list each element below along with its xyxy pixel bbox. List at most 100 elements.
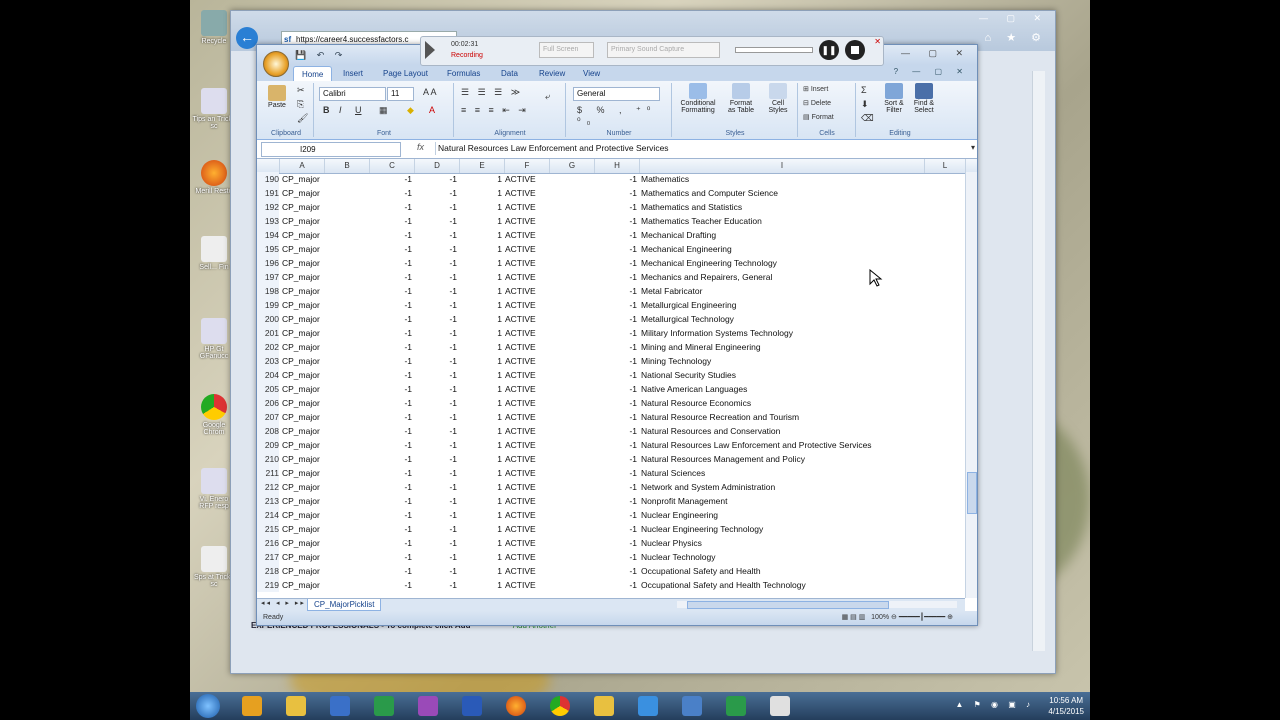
cell-d[interactable]: -1	[415, 424, 457, 438]
cell-c[interactable]: -1	[370, 466, 412, 480]
cell-c[interactable]: -1	[370, 326, 412, 340]
cell-d[interactable]: -1	[415, 494, 457, 508]
cell-d[interactable]: -1	[415, 200, 457, 214]
cell-f[interactable]: ACTIVE	[505, 480, 549, 494]
cell-a[interactable]: CP_major	[282, 522, 326, 536]
cell-h[interactable]: -1	[595, 270, 637, 284]
tab-view[interactable]: View	[575, 66, 608, 81]
cell-h[interactable]: -1	[595, 340, 637, 354]
table-row[interactable]: 202 CP_major -1 -1 1 ACTIVE -1 Mining and Miner…	[257, 340, 965, 354]
row-header[interactable]: 199	[257, 298, 279, 312]
formula-input[interactable]: Natural Resources Law Enforcement and Pr…	[435, 142, 965, 155]
table-row[interactable]: 204 CP_major -1 -1 1 ACTIVE -1 National Securit…	[257, 368, 965, 382]
table-row[interactable]: 216 CP_major -1 -1 1 ACTIVE -1 Nuclear Physics	[257, 536, 965, 550]
cell-a[interactable]: CP_major	[282, 228, 326, 242]
cell-a[interactable]: CP_major	[282, 452, 326, 466]
cell-h[interactable]: -1	[595, 326, 637, 340]
cell-h[interactable]: -1	[595, 438, 637, 452]
cell-d[interactable]: -1	[415, 242, 457, 256]
cell-e[interactable]: 1	[460, 508, 502, 522]
row-header[interactable]: 204	[257, 368, 279, 382]
cell-i[interactable]: Metallurgical Technology	[641, 312, 931, 326]
recorder-play-icon[interactable]	[425, 41, 435, 59]
table-row[interactable]: 211 CP_major -1 -1 1 ACTIVE -1 Natural Sciences	[257, 466, 965, 480]
excel-icon[interactable]	[374, 696, 394, 716]
cell-f[interactable]: ACTIVE	[505, 550, 549, 564]
tab-insert[interactable]: Insert	[335, 66, 371, 81]
vertical-align-icons[interactable]: ☰ ☰ ☰ ≫	[461, 87, 523, 98]
delete-button[interactable]: ⊟ Delete	[803, 99, 831, 107]
internet-explorer-icon[interactable]	[638, 696, 658, 716]
horizontal-align-icons[interactable]: ≡ ≡ ≡ ⇤ ⇥	[461, 105, 529, 116]
cell-h[interactable]: -1	[595, 228, 637, 242]
cell-e[interactable]: 1	[460, 172, 502, 186]
cell-c[interactable]: -1	[370, 256, 412, 270]
cell-e[interactable]: 1	[460, 200, 502, 214]
table-row[interactable]: 217 CP_major -1 -1 1 ACTIVE -1 Nuclear Technolo…	[257, 550, 965, 564]
pause-icon[interactable]: ❚❚	[819, 40, 839, 60]
cell-e[interactable]: 1	[460, 298, 502, 312]
column-header-d[interactable]: D	[415, 159, 460, 173]
formula-expand-icon[interactable]: ▾	[971, 143, 975, 152]
row-header[interactable]: 197	[257, 270, 279, 284]
row-header[interactable]: 194	[257, 228, 279, 242]
word-icon[interactable]	[462, 696, 482, 716]
row-header[interactable]: 195	[257, 242, 279, 256]
cell-h[interactable]: -1	[595, 508, 637, 522]
cell-a[interactable]: CP_major	[282, 284, 326, 298]
cell-i[interactable]: Network and System Administration	[641, 480, 931, 494]
help-icon[interactable]: ? — ▢ ✕	[894, 67, 969, 76]
cell-a[interactable]: CP_major	[282, 256, 326, 270]
table-row[interactable]: 198 CP_major -1 -1 1 ACTIVE -1 Metal Fabricator	[257, 284, 965, 298]
cell-d[interactable]: -1	[415, 438, 457, 452]
paste-button[interactable]: Paste	[263, 85, 291, 109]
cell-h[interactable]: -1	[595, 382, 637, 396]
table-row[interactable]: 197 CP_major -1 -1 1 ACTIVE -1 Mechanics and Re…	[257, 270, 965, 284]
cell-c[interactable]: -1	[370, 522, 412, 536]
cell-f[interactable]: ACTIVE	[505, 312, 549, 326]
table-row[interactable]: 194 CP_major -1 -1 1 ACTIVE -1 Mechanical Draft…	[257, 228, 965, 242]
cell-i[interactable]: Mathematics and Statistics	[641, 200, 931, 214]
column-header-g[interactable]: G	[550, 159, 595, 173]
row-header[interactable]: 193	[257, 214, 279, 228]
column-header-i[interactable]: I	[640, 159, 925, 173]
cell-d[interactable]: -1	[415, 340, 457, 354]
underline-icon[interactable]: U	[355, 105, 362, 115]
cell-c[interactable]: -1	[370, 298, 412, 312]
cell-e[interactable]: 1	[460, 480, 502, 494]
cell-a[interactable]: CP_major	[282, 326, 326, 340]
row-header[interactable]: 209	[257, 438, 279, 452]
cell-f[interactable]: ACTIVE	[505, 298, 549, 312]
tab-data[interactable]: Data	[493, 66, 526, 81]
cell-i[interactable]: Nuclear Engineering	[641, 508, 931, 522]
cell-f[interactable]: ACTIVE	[505, 340, 549, 354]
cell-c[interactable]: -1	[370, 396, 412, 410]
row-header[interactable]: 203	[257, 354, 279, 368]
cell-h[interactable]: -1	[595, 284, 637, 298]
cell-f[interactable]: ACTIVE	[505, 508, 549, 522]
row-header[interactable]: 190	[257, 172, 279, 186]
conditional-formatting-button[interactable]: Conditional Formatting	[675, 83, 721, 114]
cell-d[interactable]: -1	[415, 228, 457, 242]
row-header[interactable]: 214	[257, 508, 279, 522]
number-format-icons[interactable]: $ % , ⁺⁰ ⁰₀	[577, 105, 671, 127]
cell-a[interactable]: CP_major	[282, 242, 326, 256]
cell-i[interactable]: Metal Fabricator	[641, 284, 931, 298]
grow-font-icon[interactable]: A A	[423, 87, 437, 97]
font-name-select[interactable]: Calibri	[319, 87, 386, 101]
cell-f[interactable]: ACTIVE	[505, 228, 549, 242]
row-header[interactable]: 217	[257, 550, 279, 564]
cell-h[interactable]: -1	[595, 354, 637, 368]
cell-i[interactable]: Military Information Systems Technology	[641, 326, 931, 340]
scroll-thumb[interactable]	[967, 472, 977, 514]
cell-f[interactable]: ACTIVE	[505, 242, 549, 256]
cell-a[interactable]: CP_major	[282, 382, 326, 396]
row-header[interactable]: 191	[257, 186, 279, 200]
fill-icon[interactable]: ⬇	[861, 99, 869, 110]
app-icon[interactable]	[682, 696, 702, 716]
cell-grid[interactable]: 190 CP_major -1 -1 1 ACTIVE -1 Mathematics 191 CP…	[257, 172, 965, 598]
cell-h[interactable]: -1	[595, 522, 637, 536]
copy-icon[interactable]: ⎘	[297, 99, 304, 110]
cell-d[interactable]: -1	[415, 508, 457, 522]
cell-a[interactable]: CP_major	[282, 214, 326, 228]
